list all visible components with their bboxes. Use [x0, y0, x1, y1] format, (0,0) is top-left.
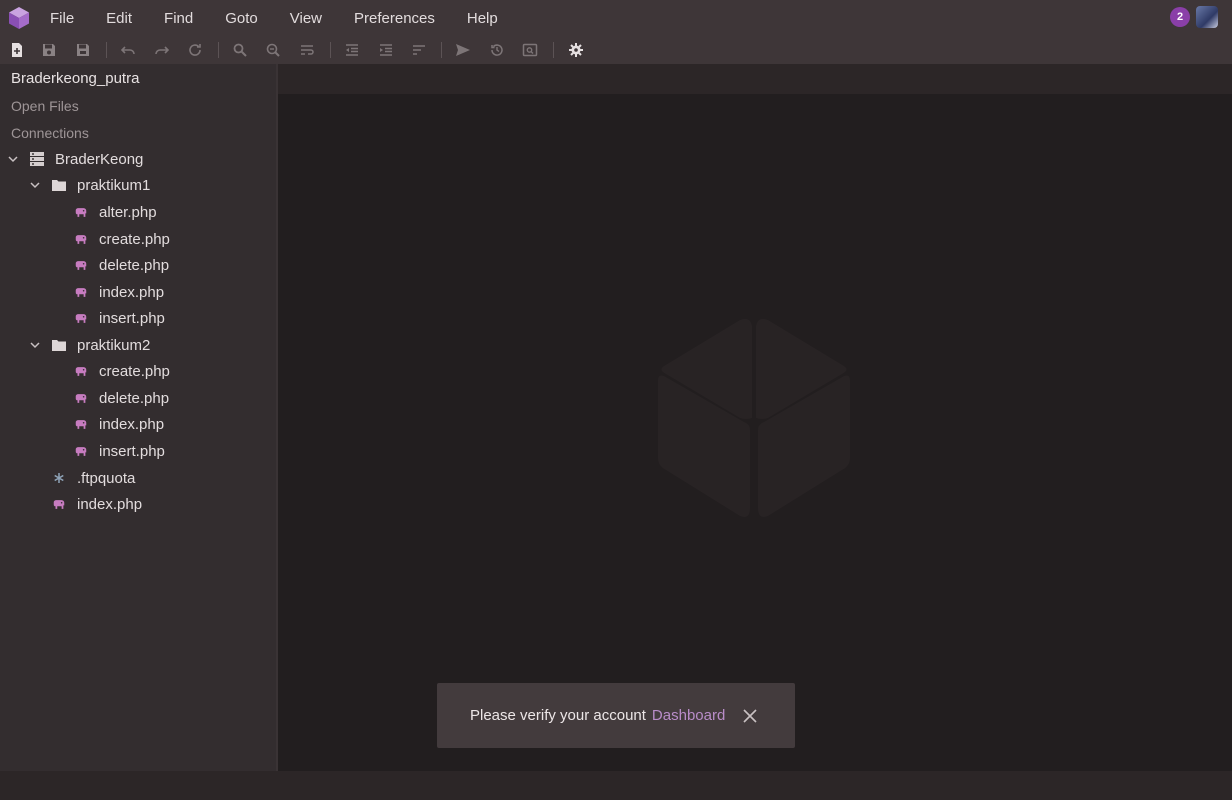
- php-file-icon: [72, 310, 90, 326]
- refresh-icon[interactable]: [185, 40, 205, 60]
- tree-file[interactable]: alter.php: [72, 199, 157, 225]
- tree-file[interactable]: delete.php: [72, 385, 169, 411]
- tree-file[interactable]: create.php: [72, 226, 170, 252]
- tree-server-braderkeong[interactable]: BraderKeong: [6, 146, 143, 172]
- editor-tab-bar: [278, 64, 1232, 94]
- tree-file[interactable]: index.php: [72, 279, 164, 305]
- menu-edit[interactable]: Edit: [90, 0, 148, 38]
- tree-label: .ftpquota: [77, 469, 136, 487]
- history-icon[interactable]: [487, 40, 507, 60]
- app-logo-icon[interactable]: [7, 6, 31, 30]
- save-icon[interactable]: [39, 40, 59, 60]
- search-icon[interactable]: [230, 40, 250, 60]
- sidebar-title: Braderkeong_putra: [11, 70, 140, 87]
- folder-icon: [50, 337, 68, 353]
- folder-icon: [50, 177, 68, 193]
- tree-label: delete.php: [99, 389, 170, 407]
- chevron-down-icon[interactable]: [6, 152, 20, 166]
- avatar[interactable]: [1196, 6, 1218, 28]
- php-file-icon: [72, 443, 90, 459]
- toolbar-separator: [218, 42, 219, 58]
- chevron-down-icon[interactable]: [28, 178, 42, 192]
- server-icon: [28, 151, 46, 167]
- tree-file[interactable]: delete.php: [72, 252, 169, 278]
- tree-label: insert.php: [99, 442, 165, 460]
- connections-section[interactable]: Connections: [11, 125, 89, 141]
- php-file-icon: [72, 390, 90, 406]
- find-replace-icon[interactable]: [263, 40, 283, 60]
- tree-label: index.php: [99, 415, 165, 433]
- php-file-icon: [72, 257, 90, 273]
- close-icon[interactable]: [741, 707, 759, 725]
- verify-account-toast: Please verify your account Dashboard: [437, 683, 795, 748]
- preview-icon[interactable]: [520, 40, 540, 60]
- menu-view[interactable]: View: [274, 0, 338, 38]
- tree-label: insert.php: [99, 309, 165, 327]
- asterisk-file-icon: [50, 470, 68, 486]
- outdent-icon[interactable]: [342, 40, 362, 60]
- tree-label: BraderKeong: [55, 150, 144, 168]
- menubar: File Edit Find Goto View Preferences Hel…: [34, 0, 514, 38]
- tree-label: create.php: [99, 230, 170, 248]
- redo-icon[interactable]: [152, 40, 172, 60]
- send-icon[interactable]: [453, 40, 473, 60]
- dashboard-link[interactable]: Dashboard: [652, 707, 725, 724]
- chevron-down-icon[interactable]: [28, 338, 42, 352]
- tree-folder-praktikum1[interactable]: praktikum1: [28, 172, 150, 198]
- word-wrap-icon[interactable]: [297, 40, 317, 60]
- tree-label: index.php: [99, 283, 165, 301]
- save-all-icon[interactable]: [73, 40, 93, 60]
- php-file-icon: [72, 231, 90, 247]
- new-file-icon[interactable]: [7, 40, 27, 60]
- status-bar: [0, 771, 1232, 800]
- menu-find[interactable]: Find: [148, 0, 209, 38]
- tree-folder-praktikum2[interactable]: praktikum2: [28, 332, 150, 358]
- toolbar-separator: [330, 42, 331, 58]
- undo-icon[interactable]: [118, 40, 138, 60]
- gear-icon[interactable]: [566, 40, 586, 60]
- menu-file[interactable]: File: [34, 0, 90, 38]
- tree-label: index.php: [77, 495, 143, 513]
- php-file-icon: [50, 496, 68, 512]
- tree-label: create.php: [99, 362, 170, 380]
- tree-file[interactable]: .ftpquota: [50, 465, 135, 491]
- php-file-icon: [72, 284, 90, 300]
- tree-file[interactable]: insert.php: [72, 305, 165, 331]
- notification-badge[interactable]: 2: [1170, 7, 1190, 27]
- toast-message: Please verify your account: [470, 707, 646, 724]
- php-file-icon: [72, 416, 90, 432]
- tree-file[interactable]: index.php: [50, 491, 142, 517]
- menu-help[interactable]: Help: [451, 0, 514, 38]
- tree-label: alter.php: [99, 203, 157, 221]
- open-files-section[interactable]: Open Files: [11, 98, 79, 114]
- php-file-icon: [72, 363, 90, 379]
- tree-file[interactable]: insert.php: [72, 438, 165, 464]
- toolbar: [0, 38, 620, 62]
- php-file-icon: [72, 204, 90, 220]
- menu-goto[interactable]: Goto: [209, 0, 274, 38]
- menu-preferences[interactable]: Preferences: [338, 0, 451, 38]
- indent-icon[interactable]: [376, 40, 396, 60]
- tree-label: praktikum2: [77, 336, 151, 354]
- sort-icon[interactable]: [409, 40, 429, 60]
- toolbar-separator: [441, 42, 442, 58]
- tree-file[interactable]: index.php: [72, 411, 164, 437]
- tree-label: praktikum1: [77, 176, 151, 194]
- logo-watermark-icon: [656, 318, 852, 518]
- toolbar-separator: [106, 42, 107, 58]
- tree-label: delete.php: [99, 256, 170, 274]
- tree-file[interactable]: create.php: [72, 358, 170, 384]
- toolbar-separator: [553, 42, 554, 58]
